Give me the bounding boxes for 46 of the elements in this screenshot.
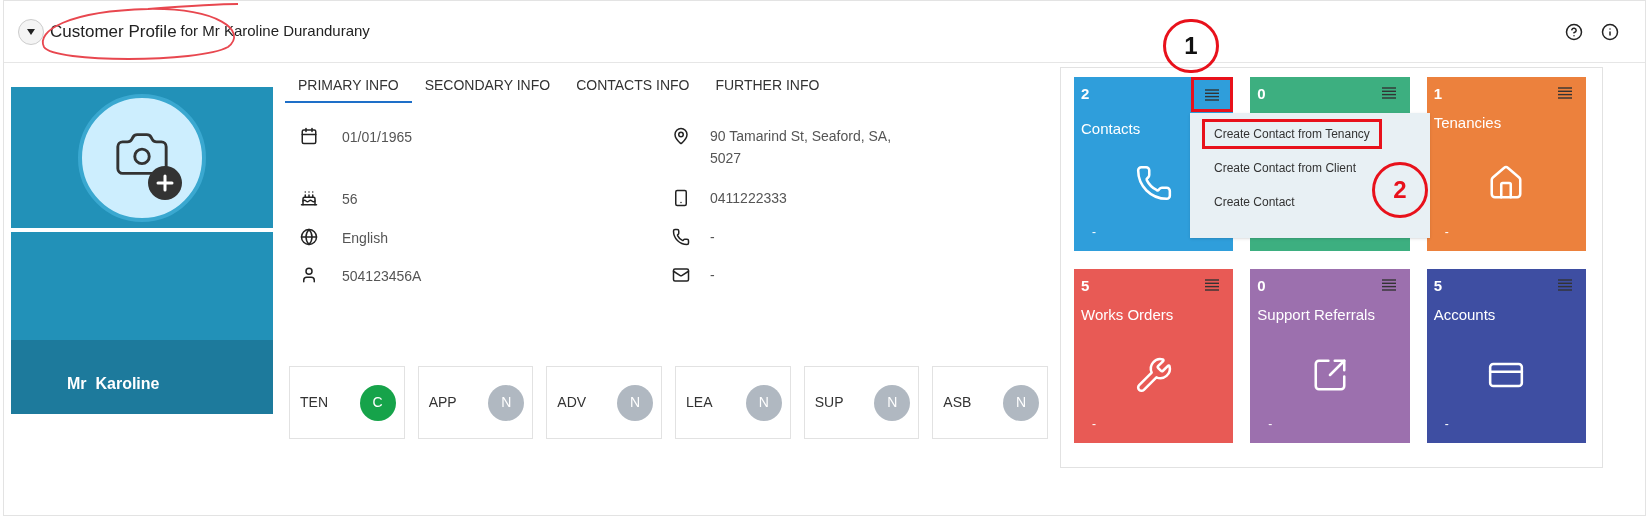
menu-item[interactable]: Create Contact from Tenancy: [1202, 119, 1382, 149]
status-badge: N: [874, 384, 911, 421]
tab[interactable]: PRIMARY INFO: [285, 70, 412, 103]
tile-count: 5: [1433, 276, 1442, 296]
annotation-number: 2: [1372, 162, 1428, 218]
tab[interactable]: FURTHER INFO: [702, 70, 833, 103]
tile-title: Tenancies: [1433, 112, 1503, 133]
info-value: -: [710, 228, 716, 247]
info-value: 504123456A: [342, 267, 422, 286]
tile-title: Works Orders: [1081, 304, 1175, 325]
status-badge: C: [359, 384, 396, 421]
status-badge: N: [617, 384, 653, 421]
status-label: ASB: [943, 393, 972, 412]
info-value: 01/01/1965: [342, 128, 413, 147]
status-label: ADV: [557, 393, 587, 412]
status-label: TEN: [300, 393, 328, 412]
tile-count: 5: [1081, 276, 1090, 296]
tile-count: 0: [1257, 276, 1266, 296]
summary-tile[interactable]: 5 Accounts -: [1426, 269, 1586, 443]
status-badge: N: [745, 384, 782, 421]
tile-title: Accounts: [1433, 304, 1497, 325]
tile-count: 2: [1081, 84, 1090, 104]
info-value: 90 Tamarind St, Seaford, SA, 5027: [710, 127, 893, 168]
annotation-number: 1: [1163, 19, 1219, 73]
tile-footer: -: [1092, 223, 1096, 241]
status-label: LEA: [686, 393, 713, 412]
tile-count: 0: [1257, 84, 1266, 104]
page-title: Customer Profile: [50, 20, 177, 43]
tile-footer: -: [1092, 415, 1096, 433]
tile-footer: -: [1444, 223, 1449, 241]
tab[interactable]: CONTACTS INFO: [563, 70, 703, 103]
tile-footer: -: [1268, 415, 1273, 433]
tile-title: Support Referrals: [1257, 304, 1376, 325]
info-value: 56: [342, 190, 358, 209]
status-badge: N: [1003, 384, 1040, 421]
tile-count: 1: [1433, 84, 1442, 104]
status-label: SUP: [814, 393, 844, 412]
summary-tile[interactable]: 0 Support Referrals -: [1250, 269, 1410, 443]
tile-footer: -: [1444, 415, 1449, 433]
profile-name: Mr Karoline: [67, 374, 160, 394]
info-value: 0411222333: [710, 189, 788, 208]
tab[interactable]: SECONDARY INFO: [411, 70, 564, 103]
info-value: -: [710, 266, 716, 285]
status-label: APP: [428, 393, 457, 412]
info-value: English: [342, 229, 388, 248]
status-badge: N: [488, 384, 525, 421]
